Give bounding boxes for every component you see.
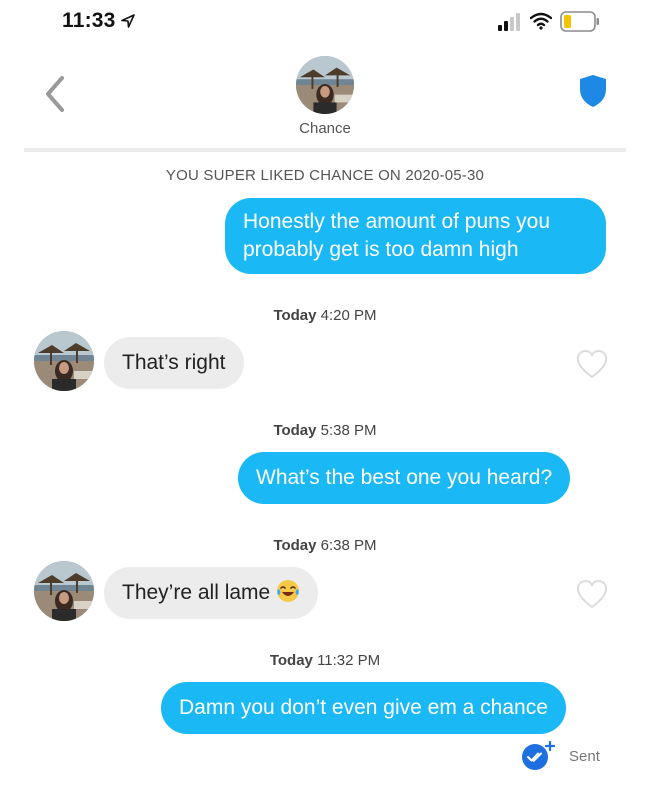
location-arrow-icon — [121, 14, 135, 28]
message-timestamp: Today 6:38 PM — [0, 537, 650, 554]
message-timestamp: Today 11:32 PM — [0, 652, 650, 669]
status-bar: 11:33 — [0, 0, 650, 44]
chat-header: Chance — [0, 44, 650, 152]
sender-avatar[interactable] — [34, 331, 94, 391]
timestamp-day: Today — [273, 537, 317, 554]
message-timestamp: Today 4:20 PM — [0, 307, 650, 324]
timestamp-time: 4:20 PM — [320, 307, 377, 324]
match-name[interactable]: Chance — [0, 120, 650, 137]
read-receipt-icon[interactable] — [521, 741, 555, 771]
wifi-icon — [530, 12, 552, 30]
battery-icon — [560, 11, 599, 32]
shield-icon[interactable] — [578, 74, 608, 108]
laughing-tears-emoji — [277, 580, 300, 602]
timestamp-time: 6:38 PM — [320, 537, 377, 554]
timestamp-day: Today — [273, 307, 317, 324]
timestamp-time: 5:38 PM — [320, 422, 377, 439]
back-chevron-icon[interactable] — [38, 74, 72, 114]
header-avatar[interactable] — [296, 56, 354, 114]
header-divider — [24, 148, 626, 152]
heart-icon[interactable] — [576, 349, 608, 379]
signal-icon — [498, 13, 520, 31]
message-bubble-outgoing[interactable]: What’s the best one you heard? — [238, 452, 571, 504]
timestamp-day: Today — [269, 652, 313, 669]
message-bubble-incoming[interactable]: That’s right — [104, 337, 244, 389]
status-time: 11:33 — [62, 9, 116, 32]
message-bubble-outgoing[interactable]: Honestly the amount of puns you probably… — [225, 198, 606, 274]
message-bubble-outgoing[interactable]: Damn you don’t even give em a chance — [161, 682, 566, 734]
super-like-note: YOU SUPER LIKED CHANCE ON 2020-05-30 — [165, 167, 485, 184]
heart-icon[interactable] — [576, 579, 608, 609]
timestamp-time: 11:32 PM — [317, 652, 381, 669]
message-bubble-incoming[interactable]: They’re all lame — [104, 567, 319, 619]
message-text: They’re all lame — [122, 581, 271, 604]
delivery-status: Sent — [569, 748, 600, 765]
timestamp-day: Today — [273, 422, 317, 439]
sender-avatar[interactable] — [34, 561, 94, 621]
message-timestamp: Today 5:38 PM — [0, 422, 650, 439]
